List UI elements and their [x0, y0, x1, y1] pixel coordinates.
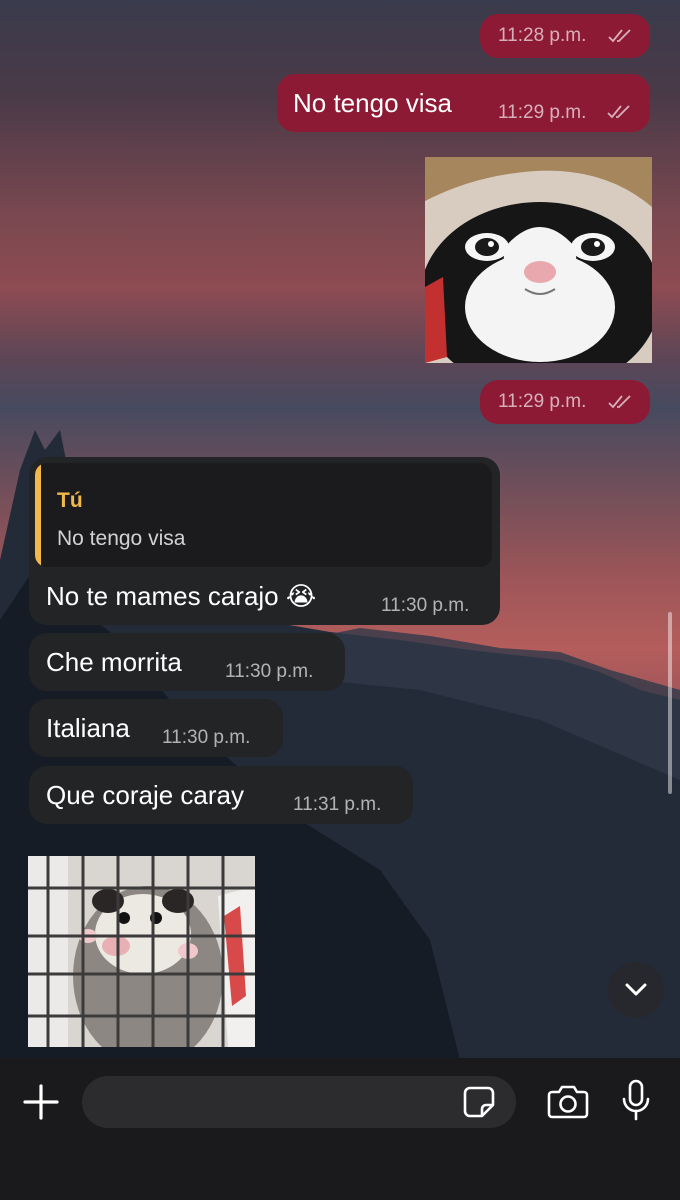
- message-text-content: No te mames carajo: [46, 581, 279, 611]
- message-time: 11:31 p.m.: [293, 794, 382, 815]
- chevron-down-icon: [625, 983, 647, 996]
- message-text: Italiana: [46, 713, 130, 743]
- reply-quote[interactable]: Tú No tengo visa: [35, 463, 492, 567]
- message-text: No te mames carajo 😭: [46, 581, 316, 612]
- reply-author: Tú: [57, 489, 83, 512]
- crying-emoji: 😭: [285, 581, 317, 611]
- opossum-photo[interactable]: [28, 856, 255, 1047]
- message-text: Que coraje caray: [46, 780, 244, 810]
- reply-accent-bar: [35, 463, 41, 567]
- outgoing-message[interactable]: No tengo visa 11:29 p.m.: [277, 74, 650, 132]
- message-time: 11:30 p.m.: [381, 595, 470, 616]
- sticker-icon[interactable]: [462, 1085, 496, 1119]
- camera-icon[interactable]: [547, 1083, 589, 1119]
- scroll-to-bottom-button[interactable]: [608, 962, 664, 1018]
- read-receipt-icon: [607, 105, 630, 119]
- reply-text: No tengo visa: [57, 527, 186, 550]
- read-receipt-icon: [608, 29, 631, 43]
- incoming-message[interactable]: Che morrita 11:30 p.m.: [29, 633, 345, 691]
- message-time: 11:28 p.m.: [498, 25, 587, 46]
- message-time: 11:30 p.m.: [225, 661, 314, 682]
- scrollbar[interactable]: [668, 612, 672, 794]
- incoming-message[interactable]: Que coraje caray 11:31 p.m.: [29, 766, 413, 824]
- cat-photo[interactable]: [425, 157, 652, 363]
- message-time: 11:29 p.m.: [498, 102, 587, 123]
- read-receipt-icon: [608, 395, 631, 409]
- message-text: Che morrita: [46, 647, 182, 677]
- outgoing-message[interactable]: 11:28 p.m.: [480, 14, 650, 58]
- message-text: No tengo visa: [293, 88, 452, 118]
- plus-icon[interactable]: [22, 1083, 60, 1121]
- outgoing-message[interactable]: 11:29 p.m.: [480, 380, 650, 424]
- incoming-message[interactable]: Italiana 11:30 p.m.: [29, 699, 283, 757]
- message-time: 11:29 p.m.: [498, 391, 587, 412]
- incoming-message[interactable]: Tú No tengo visa No te mames carajo 😭 11…: [29, 457, 500, 625]
- message-input[interactable]: [82, 1076, 516, 1128]
- message-time: 11:30 p.m.: [162, 727, 251, 748]
- microphone-icon[interactable]: [620, 1079, 652, 1121]
